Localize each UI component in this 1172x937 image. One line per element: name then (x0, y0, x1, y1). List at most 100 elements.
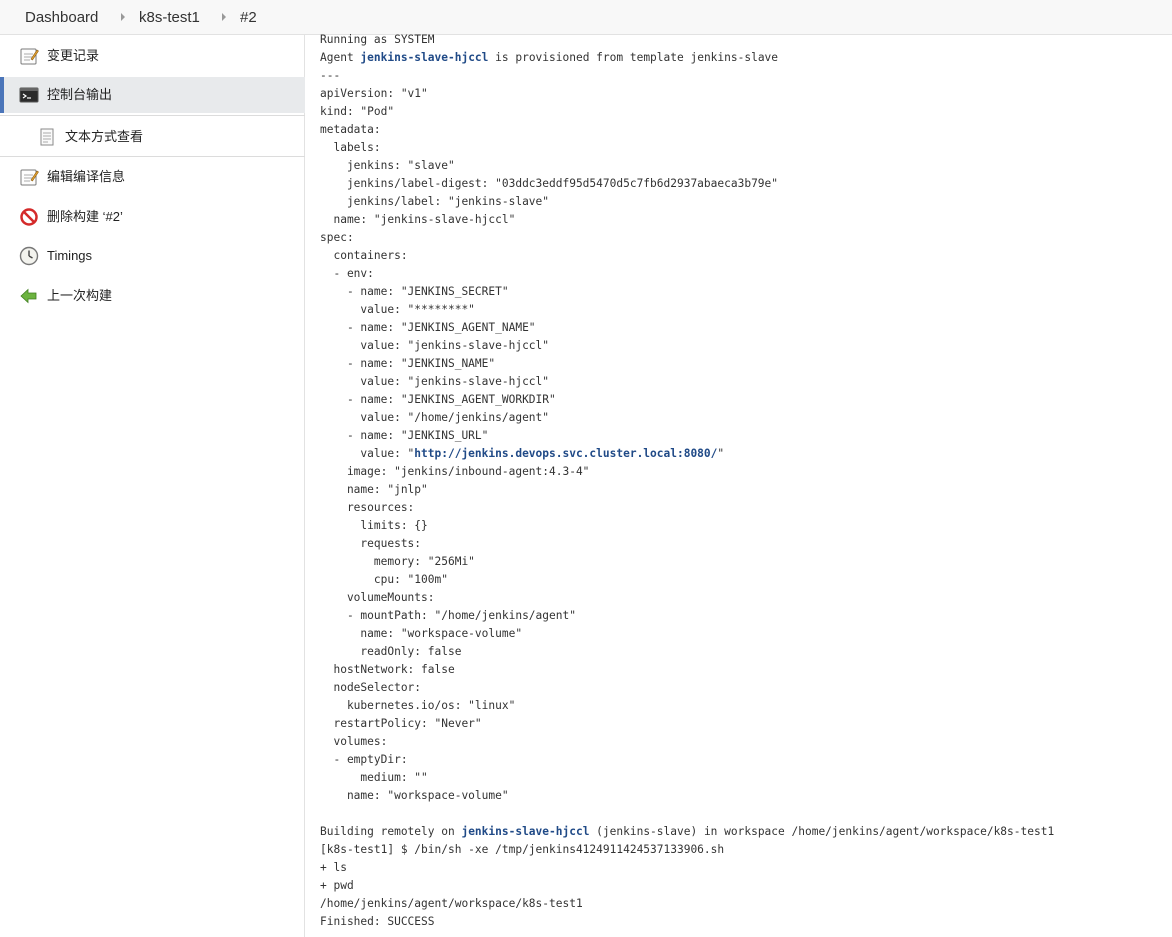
console-link[interactable]: jenkins-slave-hjccl (461, 825, 589, 838)
console-line-text: (jenkins-slave) in workspace /home/jenki… (589, 825, 1055, 838)
sidebar-item-label: 编辑编译信息 (47, 169, 126, 184)
console-line-text: - mountPath: "/home/jenkins/agent" (320, 609, 576, 622)
console-line: readOnly: false (320, 643, 1054, 661)
breadcrumb-build[interactable]: #2 (240, 0, 257, 35)
sidebar-item-label: 文本方式查看 (65, 129, 144, 144)
console-line: - name: "JENKINS_URL" (320, 427, 1054, 445)
console-line: restartPolicy: "Never" (320, 715, 1054, 733)
no-entry-icon (19, 207, 39, 227)
console-line: containers: (320, 247, 1054, 265)
console-line: kubernetes.io/os: "linux" (320, 697, 1054, 715)
console-line: memory: "256Mi" (320, 553, 1054, 571)
back-arrow-icon (19, 286, 39, 306)
console-line-text: cpu: "100m" (320, 573, 448, 586)
sidebar-item-edit-build-info[interactable]: 编辑编译信息 (0, 159, 305, 195)
console-line-text: hostNetwork: false (320, 663, 455, 676)
console-line: - mountPath: "/home/jenkins/agent" (320, 607, 1054, 625)
console-line: image: "jenkins/inbound-agent:4.3-4" (320, 463, 1054, 481)
sidebar-item-timings[interactable]: Timings (0, 238, 305, 274)
console-line-text: limits: {} (320, 519, 428, 532)
console-line-text: containers: (320, 249, 408, 262)
console-line-text: memory: "256Mi" (320, 555, 475, 568)
console-line: - name: "JENKINS_SECRET" (320, 283, 1054, 301)
console-line: - name: "JENKINS_NAME" (320, 355, 1054, 373)
console-line: - env: (320, 265, 1054, 283)
sidebar-item-text-view[interactable]: 文本方式查看 (0, 119, 305, 155)
console-line-text: medium: "" (320, 771, 428, 784)
notepad-icon (19, 46, 39, 66)
console-line: name: "workspace-volume" (320, 625, 1054, 643)
console-link[interactable]: jenkins-slave-hjccl (360, 51, 488, 64)
sidebar-item-delete-build[interactable]: 删除构建 ‘#2’ (0, 199, 305, 235)
breadcrumb-dashboard[interactable]: Dashboard (25, 0, 98, 35)
console-line-text: + ls (320, 861, 347, 874)
sidebar-item-previous-build[interactable]: 上一次构建 (0, 278, 305, 314)
console-line: [k8s-test1] $ /bin/sh -xe /tmp/jenkins41… (320, 841, 1054, 859)
console-line-text: value: "********" (320, 303, 475, 316)
notepad-icon (19, 167, 39, 187)
console-line-text: /home/jenkins/agent/workspace/k8s-test1 (320, 897, 583, 910)
console-line: nodeSelector: (320, 679, 1054, 697)
console-line-text: --- (320, 69, 341, 82)
sidebar-item-console-output[interactable]: 控制台输出 (0, 77, 305, 113)
console-line-text: Agent (320, 51, 361, 64)
console-line: hostNetwork: false (320, 661, 1054, 679)
console-line-text: nodeSelector: (320, 681, 422, 694)
console-line: Running as SYSTEM (320, 31, 1054, 49)
console-line-text: value: "/home/jenkins/agent" (320, 411, 550, 424)
console-line: name: "jnlp" (320, 481, 1054, 499)
console-line-text: Running as SYSTEM (320, 33, 435, 46)
console-line-text: requests: (320, 537, 422, 550)
sidebar-item-label: 上一次构建 (47, 288, 113, 303)
console-line-text: kubernetes.io/os: "linux" (320, 699, 516, 712)
sidebar-divider (0, 156, 305, 157)
sidebar-item-label: 变更记录 (47, 48, 100, 63)
console-line-text: [k8s-test1] $ /bin/sh -xe /tmp/jenkins41… (320, 843, 725, 856)
console-line: jenkins: "slave" (320, 157, 1054, 175)
console-line: value: "http://jenkins.devops.svc.cluste… (320, 445, 1054, 463)
console-line-text: is provisioned from template jenkins-sla… (488, 51, 779, 64)
console-line: Agent jenkins-slave-hjccl is provisioned… (320, 49, 1054, 67)
console-line-text: spec: (320, 231, 354, 244)
console-line-text: Building remotely on (320, 825, 462, 838)
sidebar: 变更记录 控制台输出 文本方式查看 编辑编译信息 删除构建 ‘#2’ Timin… (0, 35, 305, 937)
console-line-text: volumeMounts: (320, 591, 435, 604)
console-line: requests: (320, 535, 1054, 553)
breadcrumb-bar: Dashboard k8s-test1 #2 (0, 0, 1172, 35)
terminal-icon (19, 85, 39, 105)
clock-icon (19, 246, 39, 266)
console-line: value: "jenkins-slave-hjccl" (320, 373, 1054, 391)
console-line-text: - emptyDir: (320, 753, 408, 766)
console-line: - emptyDir: (320, 751, 1054, 769)
console-line-text: jenkins/label-digest: "03ddc3eddf95d5470… (320, 177, 779, 190)
console-line: value: "********" (320, 301, 1054, 319)
console-line-text: volumes: (320, 735, 388, 748)
console-output: Running as SYSTEM Agent jenkins-slave-hjc… (320, 31, 1054, 931)
document-icon (37, 127, 57, 147)
console-line: jenkins/label-digest: "03ddc3eddf95d5470… (320, 175, 1054, 193)
breadcrumb-separator-icon (121, 13, 125, 21)
console-line-text: + pwd (320, 879, 354, 892)
console-line: name: "jenkins-slave-hjccl" (320, 211, 1054, 229)
console-line: Building remotely on jenkins-slave-hjccl… (320, 823, 1054, 841)
console-line-text: image: "jenkins/inbound-agent:4.3-4" (320, 465, 590, 478)
console-line-text: labels: (320, 141, 381, 154)
console-line: name: "workspace-volume" (320, 787, 1054, 805)
console-line-text: value: " (320, 447, 415, 460)
console-line-text: name: "workspace-volume" (320, 627, 523, 640)
console-line-text: jenkins: "slave" (320, 159, 455, 172)
console-line-text: - name: "JENKINS_URL" (320, 429, 489, 442)
sidebar-item-label: Timings (47, 248, 93, 263)
console-line-text: value: "jenkins-slave-hjccl" (320, 339, 550, 352)
console-line-text: apiVersion: "v1" (320, 87, 428, 100)
console-line-text: readOnly: false (320, 645, 462, 658)
console-line-text: restartPolicy: "Never" (320, 717, 482, 730)
breadcrumb-job[interactable]: k8s-test1 (139, 0, 200, 35)
console-line-text: name: "jnlp" (320, 483, 428, 496)
console-line: - name: "JENKINS_AGENT_NAME" (320, 319, 1054, 337)
sidebar-divider (0, 115, 305, 116)
console-line: spec: (320, 229, 1054, 247)
console-line: --- (320, 67, 1054, 85)
sidebar-item-changes[interactable]: 变更记录 (0, 38, 305, 74)
console-link[interactable]: http://jenkins.devops.svc.cluster.local:… (414, 447, 717, 460)
